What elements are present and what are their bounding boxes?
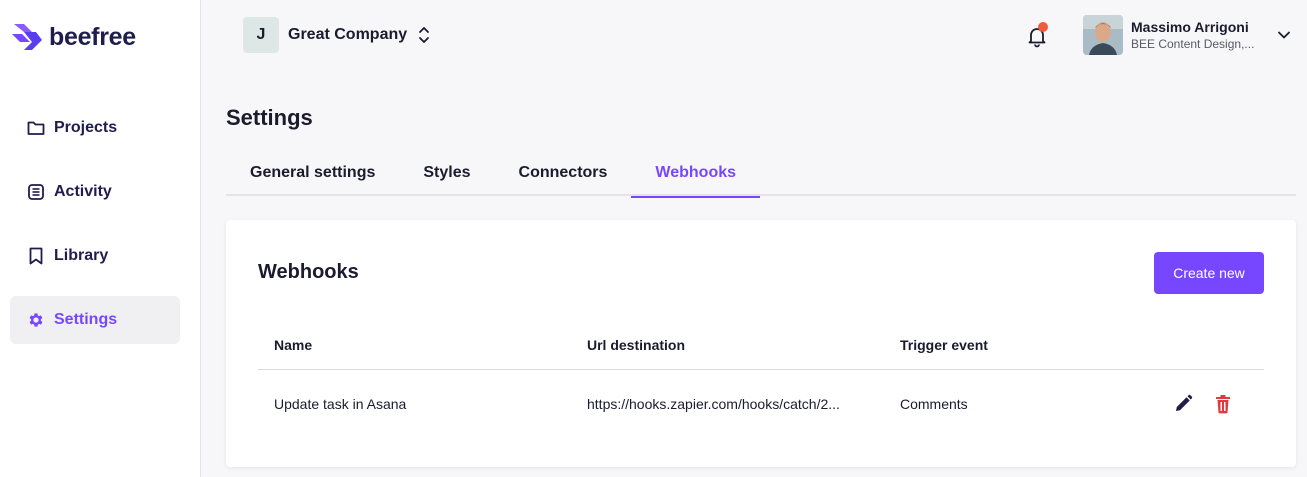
- chevron-up-down-icon: [419, 27, 430, 43]
- sidebar-item-label: Projects: [54, 119, 118, 136]
- webhooks-title: Webhooks: [258, 261, 359, 283]
- sidebar-item-activity[interactable]: Activity: [10, 168, 180, 216]
- column-header-name: Name: [274, 336, 313, 353]
- trash-icon: [1216, 395, 1230, 414]
- company-initial-badge: J: [243, 17, 279, 53]
- activity-list-icon: [26, 182, 46, 202]
- beefree-logo[interactable]: beefree: [10, 20, 136, 54]
- table-header: Name Url destination Trigger event: [258, 320, 1264, 370]
- user-organization: BEE Content Design,...: [1131, 37, 1255, 51]
- sidebar-item-label: Settings: [54, 311, 118, 328]
- delete-button[interactable]: [1210, 391, 1236, 417]
- webhook-name: Update task in Asana: [274, 396, 407, 412]
- sidebar-item-projects[interactable]: Projects: [10, 104, 180, 152]
- gear-icon: [26, 310, 46, 330]
- column-header-url: Url destination: [587, 336, 686, 353]
- sidebar-item-label: Library: [54, 247, 109, 264]
- tab-styles[interactable]: Styles: [399, 150, 494, 196]
- table-row: Update task in Asana https://hooks.zapie…: [258, 370, 1264, 438]
- sidebar-item-label: Activity: [54, 183, 112, 200]
- sidebar-item-library[interactable]: Library: [10, 232, 180, 280]
- sidebar-nav: Projects Activity Library Settings: [10, 104, 180, 360]
- top-bar: J Great Company Massimo Arrigoni BEE Con…: [201, 0, 1307, 72]
- pencil-icon: [1176, 394, 1193, 411]
- webhook-trigger: Comments: [900, 396, 968, 412]
- sidebar: beefree Projects Activity Library Settin…: [0, 0, 201, 477]
- notification-badge: [1038, 22, 1048, 32]
- user-name: Massimo Arrigoni: [1131, 19, 1249, 35]
- beefree-logo-icon: [12, 24, 42, 50]
- company-switcher[interactable]: J Great Company: [243, 17, 431, 53]
- notifications-button[interactable]: [1025, 22, 1049, 48]
- user-info: Massimo Arrigoni BEE Content Design,...: [1131, 18, 1267, 52]
- sidebar-item-settings[interactable]: Settings: [10, 296, 180, 344]
- company-name: Great Company: [288, 26, 408, 43]
- bookmark-icon: [26, 246, 46, 266]
- user-menu[interactable]: Massimo Arrigoni BEE Content Design,...: [1083, 15, 1291, 55]
- webhooks-card: Webhooks Create new Name Url destination…: [226, 220, 1296, 467]
- chevron-down-icon: [1278, 31, 1290, 39]
- logo-text: beefree: [49, 22, 136, 51]
- row-actions: [1134, 391, 1264, 417]
- create-new-button[interactable]: Create new: [1154, 252, 1264, 294]
- avatar: [1083, 15, 1123, 55]
- webhooks-table: Name Url destination Trigger event Updat…: [258, 320, 1264, 438]
- tab-general-settings[interactable]: General settings: [226, 150, 399, 196]
- folder-icon: [26, 118, 46, 138]
- tab-connectors[interactable]: Connectors: [495, 150, 632, 196]
- settings-tabs: General settings Styles Connectors Webho…: [226, 150, 1296, 198]
- edit-button[interactable]: [1170, 391, 1196, 417]
- column-header-trigger: Trigger event: [900, 336, 988, 353]
- tab-webhooks[interactable]: Webhooks: [631, 150, 760, 198]
- webhook-url: https://hooks.zapier.com/hooks/catch/2..…: [587, 396, 840, 412]
- page-title: Settings: [226, 105, 313, 130]
